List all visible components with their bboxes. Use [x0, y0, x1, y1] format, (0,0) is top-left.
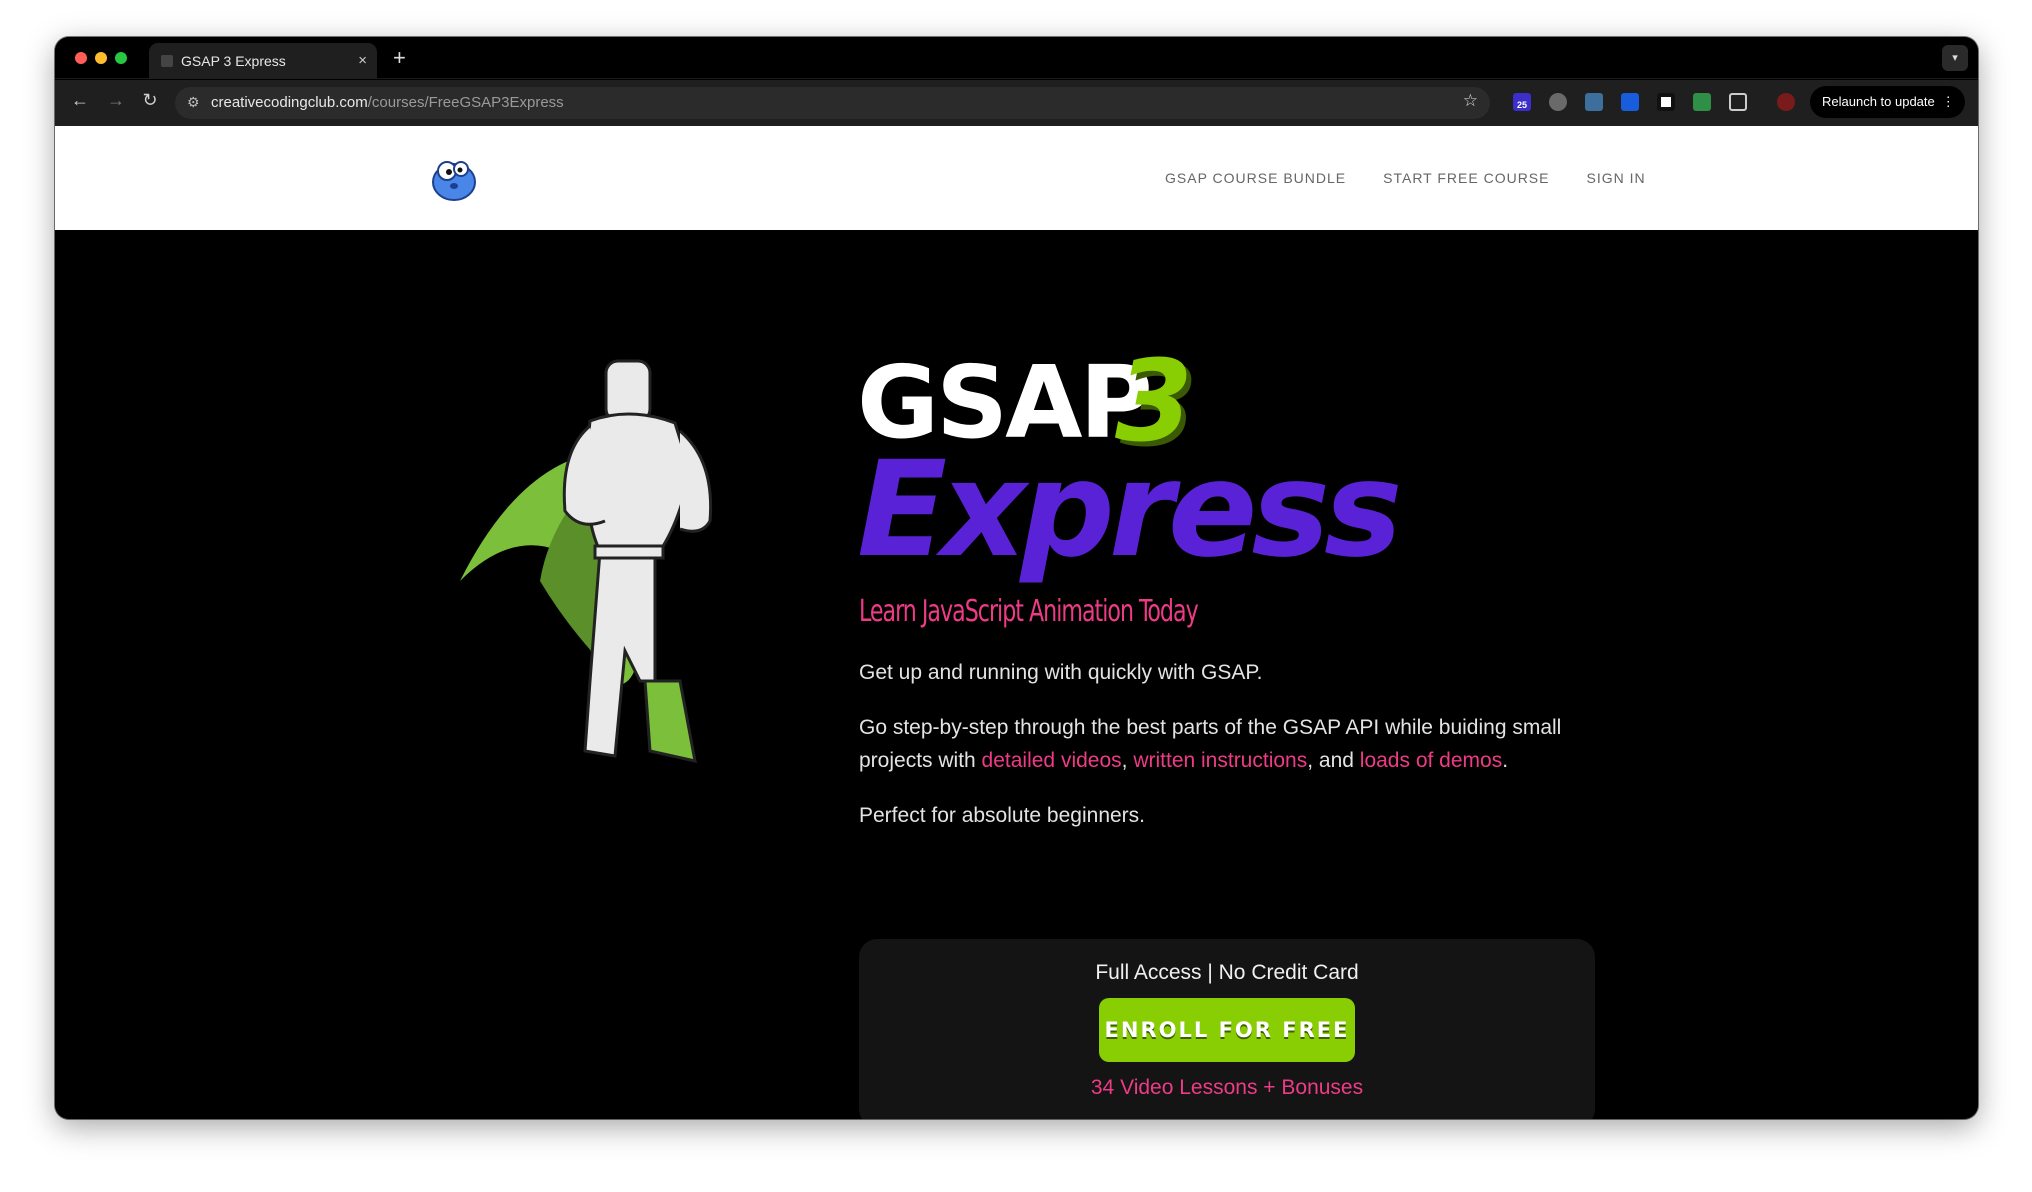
reload-icon[interactable]: ↻	[137, 90, 163, 111]
relaunch-to-update-button[interactable]: Relaunch to update ⋮	[1810, 86, 1965, 118]
tab-bar: GSAP 3 Express × + ▾	[55, 37, 1978, 79]
puzzle-extensions-icon[interactable]	[1729, 93, 1747, 111]
url-host: creativecodingclub.com	[211, 94, 368, 111]
bolt-extension-icon[interactable]	[1693, 93, 1711, 111]
tab-gsap-3-express[interactable]: GSAP 3 Express ×	[149, 43, 377, 79]
grid-extension-icon[interactable]	[1585, 93, 1603, 111]
close-window-button[interactable]	[75, 52, 87, 64]
enroll-card: Full Access | No Credit Card ENROLL FOR …	[859, 939, 1595, 1119]
nav-start-free-course[interactable]: START FREE COURSE	[1383, 170, 1549, 186]
title-express: Express	[857, 433, 1403, 587]
link-written-instructions[interactable]: written instructions	[1133, 749, 1307, 772]
new-tab-button[interactable]: +	[393, 45, 406, 71]
favicon-icon	[161, 55, 173, 67]
forward-arrow-icon[interactable]: →	[103, 90, 129, 111]
nav-sign-in[interactable]: SIGN IN	[1586, 170, 1645, 186]
para2-end: .	[1502, 749, 1509, 772]
hero-paragraph-2: Go step-by-step through the best parts o…	[859, 711, 1579, 777]
bitwarden-extension-icon[interactable]	[1621, 93, 1639, 111]
maximize-window-button[interactable]	[115, 52, 127, 64]
tab-title: GSAP 3 Express	[181, 53, 286, 69]
tab-search-chevron-icon[interactable]: ▾	[1942, 45, 1968, 71]
site-settings-icon[interactable]: ⚙	[187, 94, 200, 111]
url-path: /courses/FreeGSAP3Express	[367, 94, 564, 111]
page-viewport: GSAP COURSE BUNDLE START FREE COURSE SIG…	[55, 126, 1978, 1119]
back-arrow-icon[interactable]: ←	[67, 90, 93, 111]
hero-subtitle: Learn JavaScript Animation Today	[859, 594, 1199, 629]
course-title: GSAP 3 Express	[857, 342, 1457, 588]
close-tab-icon[interactable]: ×	[358, 43, 367, 79]
relaunch-label: Relaunch to update	[1822, 94, 1935, 109]
site-logo-icon[interactable]	[430, 154, 478, 202]
browser-window: GSAP 3 Express × + ▾ ← → ↻ ⚙ creativecod…	[55, 37, 1978, 1119]
enroll-card-footnote: 34 Video Lessons + Bonuses	[1090, 1076, 1364, 1099]
enroll-card-heading: Full Access | No Credit Card	[1095, 961, 1359, 984]
address-bar[interactable]: ⚙ creativecodingclub.com/courses/FreeGSA…	[175, 87, 1490, 119]
browser-toolbar: ← → ↻ ⚙ creativecodingclub.com/courses/F…	[55, 80, 1978, 126]
hero-paragraph-1: Get up and running with quickly with GSA…	[859, 661, 1263, 684]
calendar-extension-icon[interactable]: 25	[1513, 93, 1531, 111]
nav-gsap-course-bundle[interactable]: GSAP COURSE BUNDLE	[1165, 170, 1346, 186]
profile-avatar[interactable]	[1777, 93, 1795, 111]
extension-badge: 25	[1516, 100, 1527, 110]
enroll-for-free-button[interactable]: ENROLL FOR FREE	[1099, 998, 1355, 1062]
minimize-window-button[interactable]	[95, 52, 107, 64]
camera-extension-icon[interactable]	[1549, 93, 1567, 111]
site-header: GSAP COURSE BUNDLE START FREE COURSE SIG…	[55, 126, 1978, 230]
para2-sep-1: ,	[1121, 749, 1134, 772]
site-nav-links: GSAP COURSE BUNDLE START FREE COURSE SIG…	[1165, 126, 1683, 230]
hero-paragraph-3: Perfect for absolute beginners.	[859, 804, 1146, 827]
para2-sep-2: , and	[1307, 749, 1360, 772]
square-extension-icon[interactable]	[1657, 93, 1675, 111]
link-detailed-videos[interactable]: detailed videos	[982, 749, 1122, 772]
link-loads-of-demos[interactable]: loads of demos	[1360, 749, 1502, 772]
hero-copy: Get up and running with quickly with GSA…	[859, 656, 1579, 854]
superhero-illustration	[460, 359, 713, 763]
url-text[interactable]: creativecodingclub.com/courses/FreeGSAP3…	[211, 87, 564, 119]
more-menu-icon[interactable]: ⋮	[1942, 86, 1955, 118]
bookmark-star-icon[interactable]: ☆	[1463, 91, 1478, 111]
